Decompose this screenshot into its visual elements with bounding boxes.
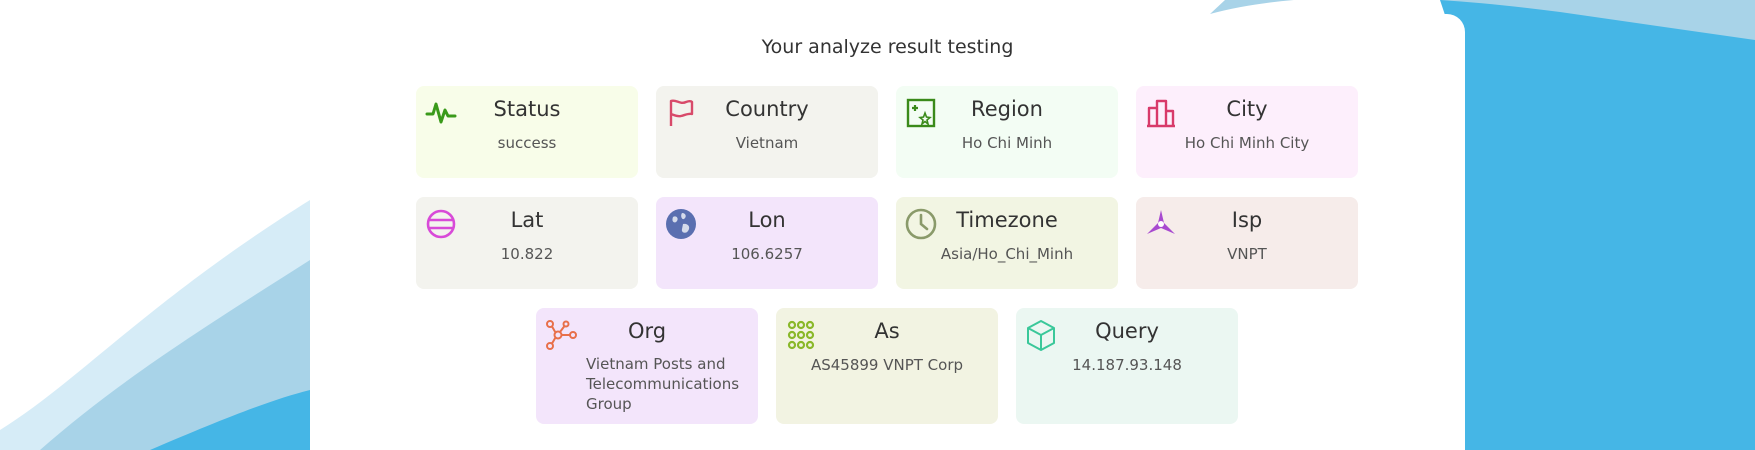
card-title: As	[874, 319, 900, 343]
card-title: Status	[493, 97, 561, 121]
card-title: Org	[627, 319, 667, 343]
card-country: Country Vietnam	[656, 86, 878, 178]
card-value: Ho Chi Minh	[961, 134, 1053, 152]
card-value: AS45899 VNPT Corp	[810, 356, 964, 374]
card-city: City Ho Chi Minh City	[1136, 86, 1358, 178]
card-lat: Lat 10.822	[416, 197, 638, 289]
card-title: City	[1226, 97, 1268, 121]
card-value: success	[497, 134, 557, 152]
card-lon: Lon 106.6257	[656, 197, 878, 289]
card-value: Vietnam	[735, 134, 799, 152]
card-title: Region	[971, 97, 1043, 121]
card-value: 14.187.93.148	[1072, 356, 1182, 374]
card-value: 106.6257	[731, 245, 803, 263]
card-isp: Isp VNPT	[1136, 197, 1358, 289]
card-value: Asia/Ho_Chi_Minh	[940, 245, 1074, 263]
card-title: Isp	[1231, 208, 1263, 232]
card-query: Query 14.187.93.148	[1016, 308, 1238, 424]
card-timezone: Timezone Asia/Ho_Chi_Minh	[896, 197, 1118, 289]
card-value: 10.822	[500, 245, 554, 263]
card-value: VNPT	[1227, 245, 1267, 263]
card-title: Lon	[748, 208, 786, 232]
copyright-footer: Copyright @thuongtruong1009, 2022 - TNCI…	[739, 426, 1036, 441]
card-title: Country	[725, 97, 809, 121]
card-region: Region Ho Chi Minh	[896, 86, 1118, 178]
card-title: Query	[1095, 319, 1159, 343]
card-value: Vietnam Posts and Telecommunications Gro…	[586, 355, 740, 413]
card-org: Org Vietnam Posts and Telecommunications…	[536, 308, 758, 424]
card-title: Timezone	[956, 208, 1058, 232]
page-title: Your analyze result testing	[761, 36, 1014, 58]
card-as: As AS45899 VNPT Corp	[776, 308, 998, 424]
result-panel: Your analyze result testing Status succe…	[310, 14, 1465, 450]
card-status: Status success	[416, 86, 638, 178]
card-value: Ho Chi Minh City	[1184, 134, 1310, 152]
card-title: Lat	[510, 208, 544, 232]
